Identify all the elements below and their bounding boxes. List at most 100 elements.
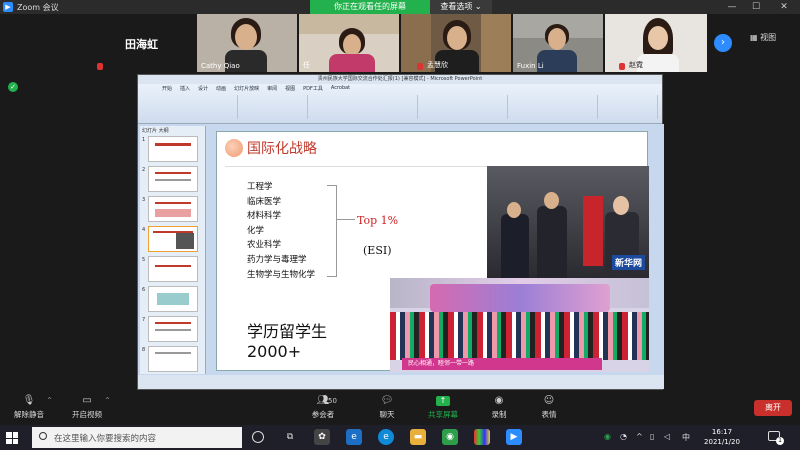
chat-button[interactable]: 💬︎ 聊天 — [362, 395, 412, 420]
discipline-item: 药力学与毒理学 — [247, 254, 307, 265]
unmute-button[interactable]: 🎙︎ 解除静音 ^ — [4, 395, 54, 420]
muted-mic-icon — [417, 63, 423, 70]
video-tile-2[interactable]: 任 — [299, 14, 399, 72]
discipline-item: 农业科学 — [247, 240, 282, 251]
maximize-icon[interactable]: ☐ — [744, 0, 768, 14]
viewing-screen-label: 你正在观看任的屏幕 — [310, 0, 430, 14]
ppt-status-bar — [138, 375, 664, 389]
chevron-up-icon[interactable]: ^ — [47, 397, 52, 404]
windows-start-icon[interactable] — [6, 432, 18, 444]
muted-mic-icon — [619, 63, 625, 70]
esi-label: (ESI) — [363, 244, 392, 257]
ppt-tab[interactable]: Acrobat — [331, 85, 350, 92]
slide-thumbnail-selected[interactable]: 4 — [142, 226, 198, 252]
app-title: Zoom 会议 — [17, 2, 59, 12]
file-explorer-icon[interactable]: ▬ — [410, 429, 426, 445]
video-tile-5[interactable]: 赵霓 — [605, 14, 707, 72]
ime-indicator[interactable]: 中 — [682, 432, 690, 443]
wechat-icon[interactable]: ◉ — [442, 429, 458, 445]
zoom-taskbar-icon[interactable]: ▶ — [506, 429, 522, 445]
ppt-tab[interactable]: PDF工具 — [303, 85, 323, 92]
slide-thumbnail[interactable]: 1 — [142, 136, 198, 162]
minimize-icon[interactable]: — — [720, 0, 744, 14]
reactions-button[interactable]: ☺ 表情 — [524, 395, 574, 420]
ppt-tab[interactable]: 幻灯片放映 — [234, 85, 259, 92]
leave-meeting-button[interactable]: 离开 — [754, 400, 792, 416]
ppt-tab[interactable]: 视图 — [285, 85, 295, 92]
chat-bubble-icon: 💬︎ — [380, 395, 394, 406]
ppt-tab[interactable]: 设计 — [198, 85, 208, 92]
tray-app-icon[interactable]: ◉ — [604, 432, 611, 441]
ppt-workspace: 幻灯片 大纲 1 2 3 4 5 6 7 8 国际化战略 工程学 临床医学 材料… — [138, 124, 664, 376]
slide-thumbnail[interactable]: 3 — [142, 196, 198, 222]
ribbon-group-paragraph[interactable] — [418, 95, 508, 119]
app-icon-butterfly[interactable]: ✿ — [314, 429, 330, 445]
crowd — [390, 312, 649, 360]
ribbon-group-slides[interactable] — [238, 95, 308, 119]
discipline-item: 生物学与生物化学 — [247, 269, 316, 280]
ppt-tab[interactable]: 审阅 — [267, 85, 277, 92]
muted-mic-icon — [97, 63, 103, 70]
video-tile-3[interactable]: 孟慧欣 — [401, 14, 511, 72]
ribbon-group-drawing[interactable] — [508, 95, 598, 119]
view-button[interactable]: ▦ 视图 — [750, 32, 776, 43]
taskbar-clock[interactable]: 16:17 2021/1/20 — [700, 427, 744, 447]
ppt-tab[interactable]: 开始 — [162, 85, 172, 92]
next-page-arrow-icon[interactable]: › — [714, 34, 732, 52]
participant-name: 孟慧欣 — [427, 61, 448, 69]
slide-thumbnail[interactable]: 7 — [142, 316, 198, 342]
ppt-window-title: 贵州民族大学国际交流合作处汇报(1) [兼容模式] - Microsoft Po… — [138, 75, 662, 84]
app-icon-colorful[interactable] — [474, 429, 490, 445]
share-screen-button[interactable]: ↑ 共享屏幕 — [418, 395, 468, 420]
share-screen-icon: ↑ — [436, 396, 450, 406]
heading-divider — [225, 166, 495, 167]
taskbar-search-input[interactable]: 在这里输入你要搜索的内容 — [32, 427, 242, 448]
ceremony-photo: 新华网 — [487, 166, 649, 278]
video-tile-4[interactable]: Fuxin Li — [513, 14, 603, 72]
network-icon[interactable]: ▯ — [650, 432, 654, 441]
participant-face — [235, 24, 257, 50]
notification-count: 1 — [776, 437, 784, 445]
share-banner: 你正在观看任的屏幕 查看选项 ⌄ — [310, 0, 492, 14]
clock-time: 16:17 — [711, 428, 733, 436]
current-slide: 国际化战略 工程学 临床医学 材料科学 化学 农业科学 药力学与毒理学 生物学与… — [216, 131, 649, 372]
record-button[interactable]: ◉ 录制 — [474, 395, 524, 420]
wifi-icon[interactable]: ◔ — [620, 432, 627, 441]
cortana-icon[interactable] — [252, 431, 264, 443]
slide-thumbnail[interactable]: 8 — [142, 346, 198, 372]
slide-heading: 国际化战略 — [247, 141, 317, 157]
slide-thumbnail[interactable]: 6 — [142, 286, 198, 312]
security-shield-icon[interactable]: ✓ — [8, 82, 18, 92]
volume-icon[interactable]: ◁ — [664, 432, 670, 441]
clock-date: 2021/1/20 — [704, 438, 740, 446]
ppt-tab[interactable]: 动画 — [216, 85, 226, 92]
tray-chevron-icon[interactable]: ^ — [636, 432, 643, 441]
discipline-list: 工程学 临床医学 材料科学 化学 农业科学 药力学与毒理学 生物学与生物化学 — [247, 180, 315, 282]
ribbon-group-clipboard[interactable] — [178, 95, 238, 119]
slide-thumbnail[interactable]: 2 — [142, 166, 198, 192]
ribbon-group-font[interactable] — [308, 95, 418, 119]
shared-screen: 贵州民族大学国际交流合作处汇报(1) [兼容模式] - Microsoft Po… — [137, 74, 664, 390]
video-gallery-strip: 田海虹 Cathy Qiao 任 孟慧欣 Fuxin Li 赵霓 › ▦ 视图 — [0, 14, 800, 74]
active-speaker-tile[interactable]: 田海虹 — [95, 14, 195, 72]
panel-tabs[interactable]: 幻灯片 大纲 — [140, 126, 205, 135]
edge-browser-icon[interactable]: e — [378, 429, 394, 445]
close-icon[interactable]: ✕ — [772, 0, 796, 14]
windows-taskbar: 在这里输入你要搜索的内容 ⧉ ✿ e e ▬ ◉ ▶ ◉ ◔ ^ ▯ ◁ 中 1… — [0, 425, 800, 450]
notification-center-icon[interactable]: 1 — [768, 431, 784, 445]
start-video-button[interactable]: ▭ 开启视频 ^ — [62, 395, 112, 420]
participants-button[interactable]: 👥︎ 50 参会者 — [298, 395, 348, 420]
task-view-icon[interactable]: ⧉ — [282, 429, 298, 445]
ribbon-group-editing[interactable] — [598, 95, 658, 119]
chevron-up-icon[interactable]: ^ — [105, 397, 110, 404]
grouping-bracket — [327, 185, 337, 277]
video-tile-1[interactable]: Cathy Qiao — [197, 14, 297, 72]
ie-browser-icon[interactable]: e — [346, 429, 362, 445]
view-options-button[interactable]: 查看选项 ⌄ — [430, 0, 492, 14]
smiley-icon: ☺ — [543, 395, 555, 406]
zoom-logo-icon: ▶ — [3, 2, 13, 12]
ppt-tab[interactable]: 插入 — [180, 85, 190, 92]
discipline-item: 临床医学 — [247, 196, 282, 207]
slide-thumbnail[interactable]: 5 — [142, 256, 198, 282]
discipline-item: 材料科学 — [247, 211, 282, 222]
